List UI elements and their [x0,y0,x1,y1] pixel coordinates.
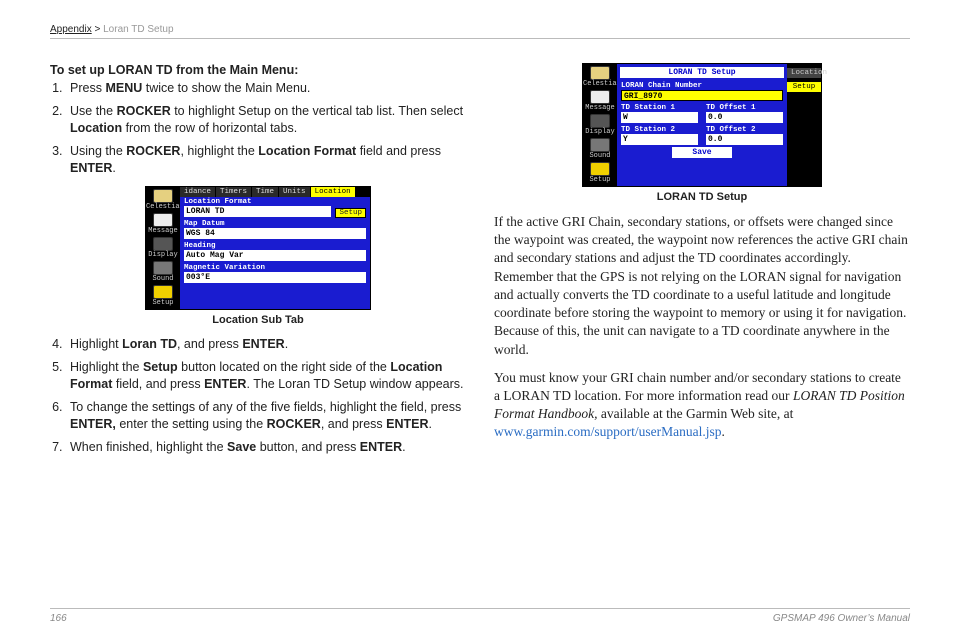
screenshot-location-sub-tab: Celestial Message Display Sound Setup id… [50,186,466,310]
step-5: Highlight the Setup button located on th… [66,359,466,393]
manual-title: GPSMAP 496 Owner’s Manual [773,613,910,624]
step-3: Using the ROCKER, highlight the Location… [66,143,466,177]
caption-location-sub-tab: Location Sub Tab [50,314,466,326]
steps-list-a: Press MENU twice to show the Main Menu. … [66,80,466,176]
step-2: Use the ROCKER to highlight Setup on the… [66,103,466,137]
steps-list-b: Highlight Loran TD, and press ENTER. Hig… [66,336,466,455]
header-sub: Loran TD Setup [103,24,173,35]
caption-loran-td-setup: LORAN TD Setup [494,191,910,203]
paragraph-1: If the active GRI Chain, secondary stati… [494,213,910,359]
header-appendix: Appendix [50,24,92,35]
step-7: When finished, highlight the Save button… [66,439,466,456]
step-4: Highlight Loran TD, and press ENTER. [66,336,466,353]
procedure-heading: To set up LORAN TD from the Main Menu: [50,63,466,77]
step-6: To change the settings of any of the fiv… [66,399,466,433]
garmin-link[interactable]: www.garmin.com/support/userManual.jsp [494,424,721,439]
paragraph-2: You must know your GRI chain number and/… [494,369,910,442]
screenshot-loran-td-setup: Celestial Message Display Sound Setup LO… [494,63,910,187]
step-1: Press MENU twice to show the Main Menu. [66,80,466,97]
left-column: To set up LORAN TD from the Main Menu: P… [50,63,466,462]
right-column: Celestial Message Display Sound Setup LO… [494,63,910,462]
page-number: 166 [50,613,67,624]
page-header: Appendix > Loran TD Setup [50,24,910,39]
page-footer: 166 GPSMAP 496 Owner’s Manual [50,608,910,624]
